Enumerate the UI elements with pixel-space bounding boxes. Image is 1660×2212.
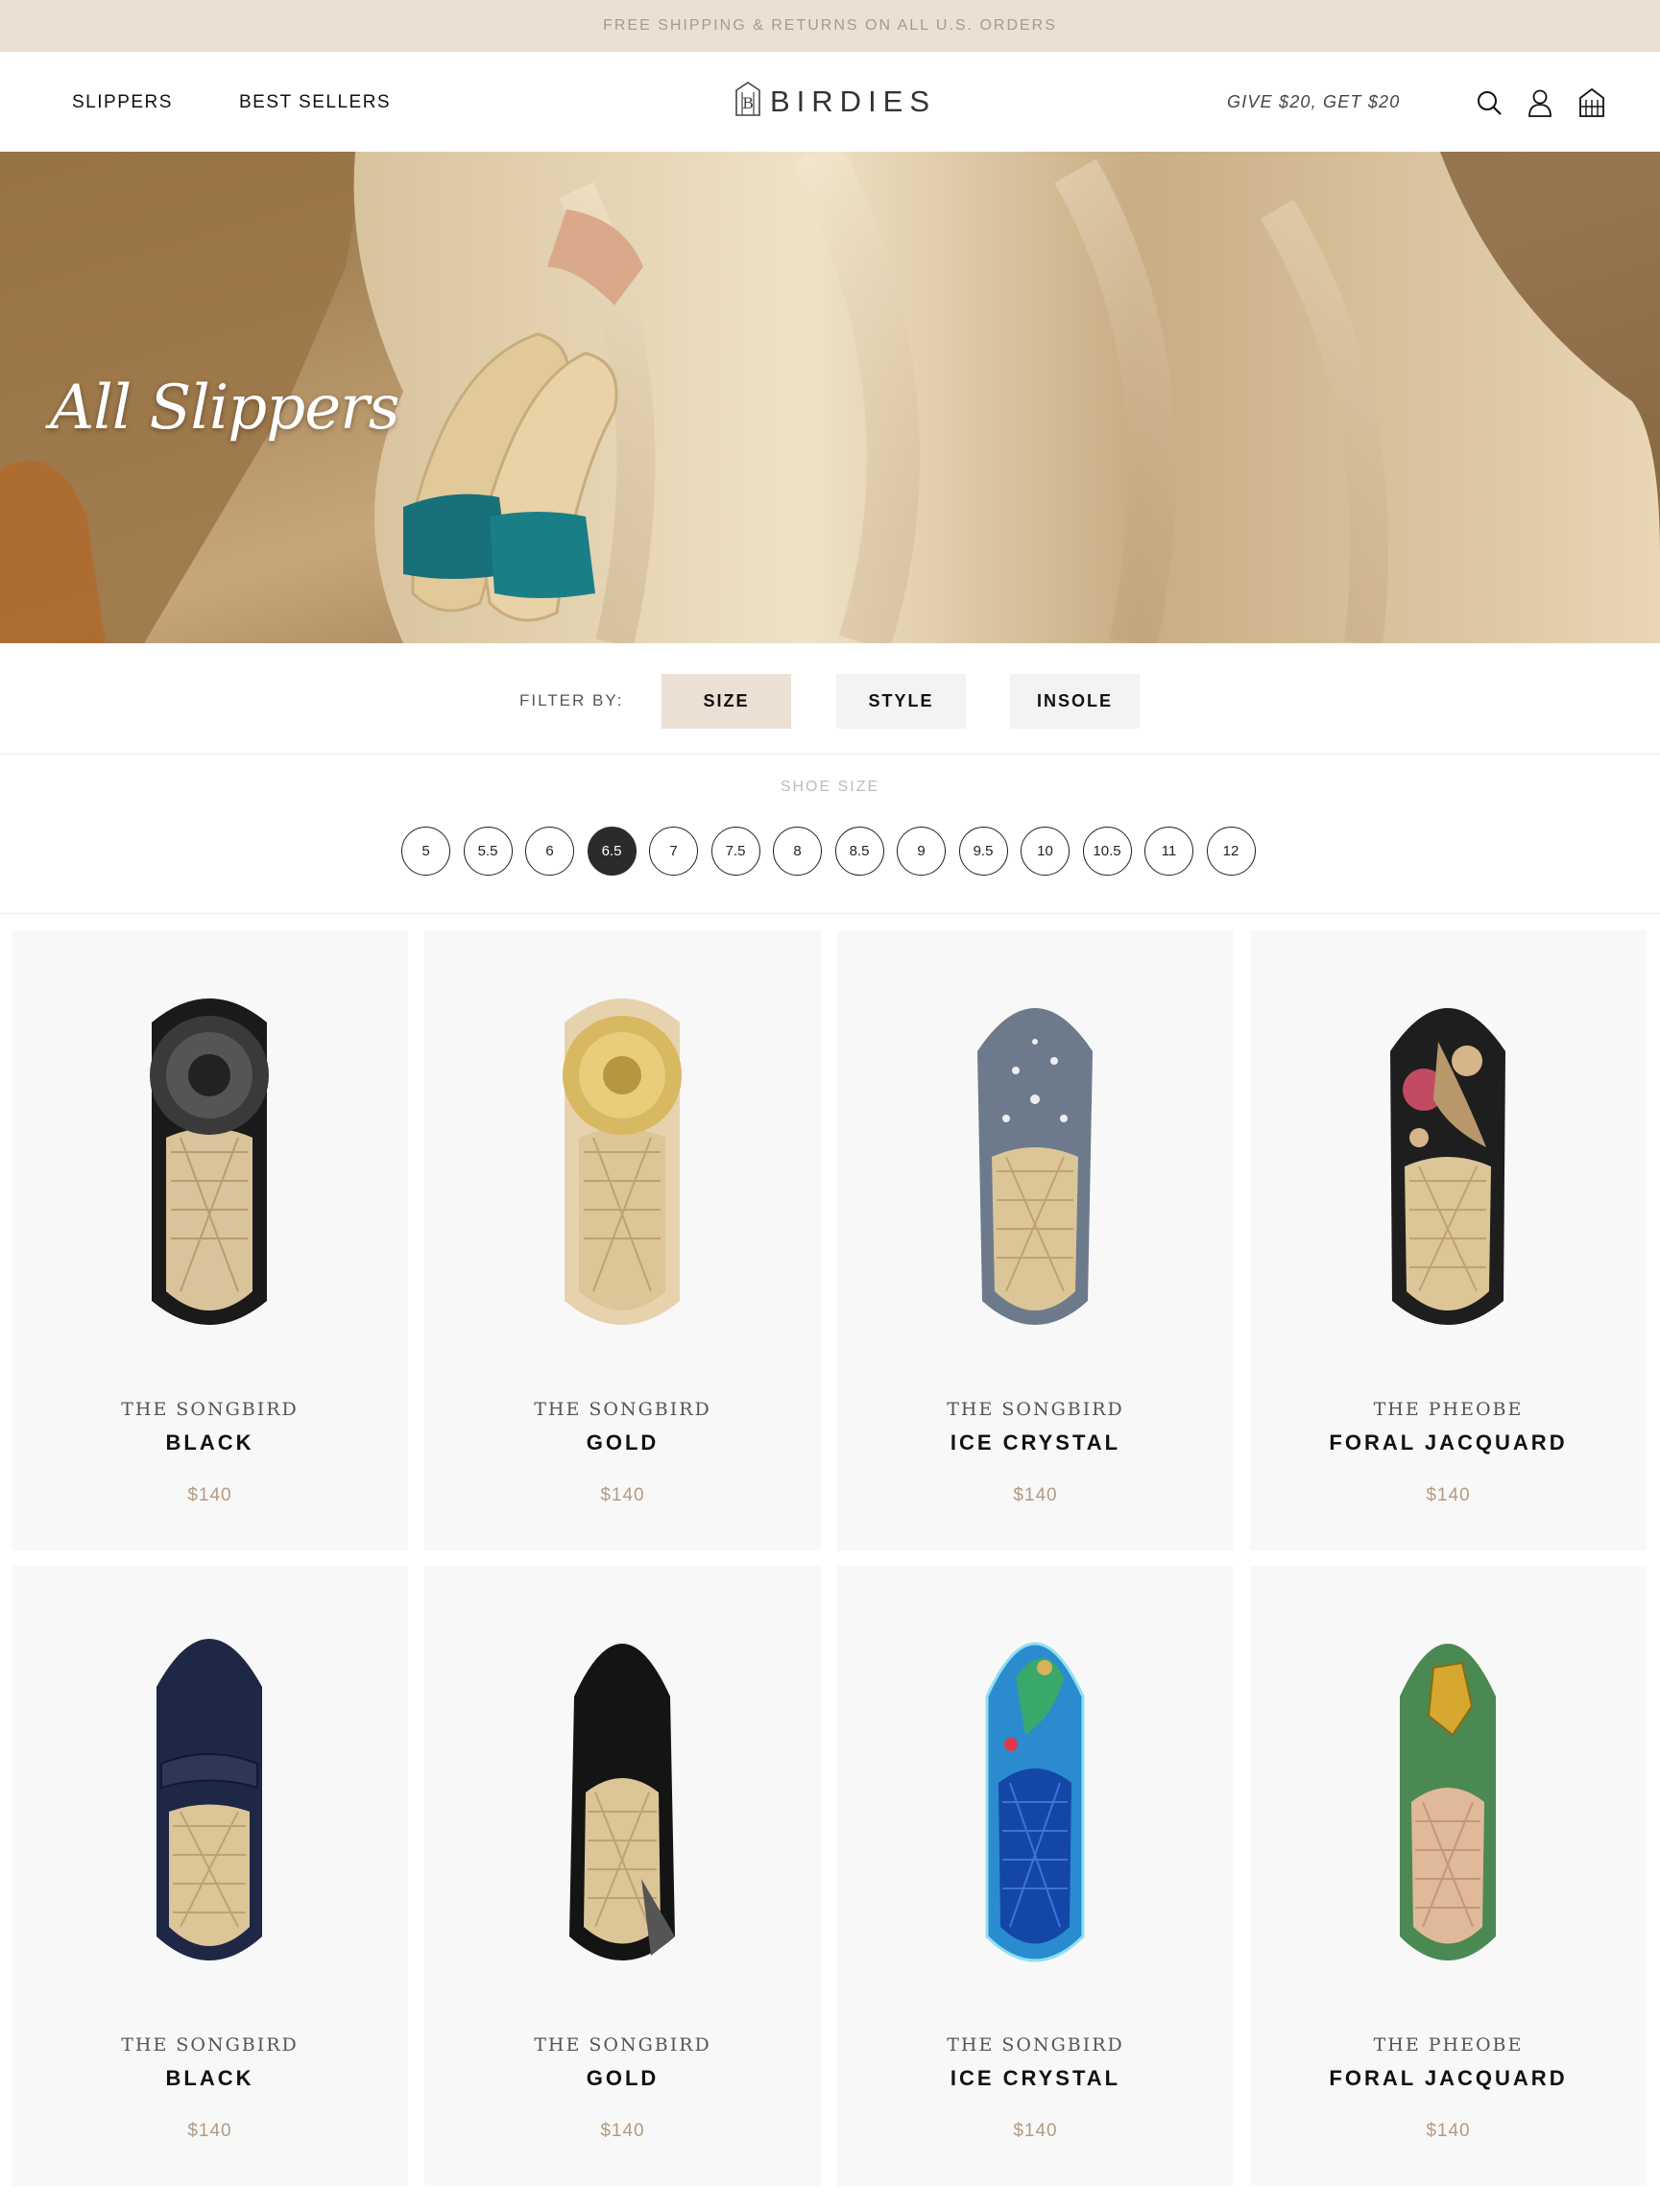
size-option[interactable]: 11 — [1144, 827, 1193, 876]
size-option[interactable]: 8.5 — [834, 827, 884, 876]
product-collection: THE SONGBIRD — [947, 2034, 1124, 2056]
product-card[interactable]: THE SONGBIRD GOLD $140 — [424, 930, 821, 1551]
product-card[interactable]: THE SONGBIRD GOLD $140 — [424, 1566, 821, 2186]
product-image — [156, 1639, 262, 1960]
account-icon[interactable] — [1524, 86, 1556, 119]
size-option[interactable]: 6 — [525, 827, 574, 876]
size-option[interactable]: 7.5 — [710, 827, 760, 876]
cart-icon[interactable] — [1576, 86, 1608, 119]
search-icon[interactable] — [1473, 86, 1505, 119]
nav-best-sellers[interactable]: BEST SELLERS — [239, 92, 391, 113]
filter-bar: FILTER BY: SIZE STYLE INSOLE — [0, 643, 1660, 755]
size-option[interactable]: 9 — [897, 827, 946, 876]
hero-banner: All Slippers — [0, 152, 1660, 643]
product-card[interactable]: THE SONGBIRD ICE CRYSTAL $140 — [837, 1566, 1234, 2186]
product-collection: THE SONGBIRD — [121, 1399, 299, 1420]
product-collection: THE SONGBIRD — [947, 1399, 1124, 1420]
product-price: $140 — [187, 2121, 232, 2141]
size-option[interactable]: 12 — [1206, 827, 1256, 876]
logo-birdcage-icon: B — [734, 81, 762, 124]
product-grid: THE SONGBIRD BLACK $140 THE SONGBIRD GOL… — [12, 930, 1648, 2186]
size-option[interactable]: 5.5 — [463, 827, 513, 876]
size-option[interactable]: 10 — [1021, 827, 1070, 876]
product-image — [569, 1644, 675, 1960]
filter-style-button[interactable]: STYLE — [836, 674, 966, 729]
product-card[interactable]: THE PHEOBE FORAL JACQUARD $140 — [1250, 930, 1647, 1551]
product-price: $140 — [1426, 2121, 1471, 2141]
promo-bar: FREE SHIPPING & RETURNS ON ALL U.S. ORDE… — [0, 0, 1660, 52]
product-collection: THE PHEOBE — [1373, 2034, 1524, 2056]
product-card[interactable]: THE SONGBIRD ICE CRYSTAL $140 — [837, 930, 1234, 1551]
size-option[interactable]: 7 — [649, 827, 698, 876]
size-option[interactable]: 5 — [401, 827, 450, 876]
product-price: $140 — [1426, 1485, 1471, 1505]
product-name: BLACK — [165, 1431, 254, 1455]
referral-link[interactable]: GIVE $20, GET $20 — [1227, 92, 1400, 112]
product-image — [1390, 1008, 1505, 1325]
product-collection: THE SONGBIRD — [534, 1399, 711, 1420]
size-option[interactable]: 10.5 — [1082, 827, 1132, 876]
product-price: $140 — [187, 1485, 232, 1505]
size-option[interactable]: 9.5 — [958, 827, 1008, 876]
size-option[interactable]: 8 — [773, 827, 822, 876]
filter-size-button[interactable]: SIZE — [662, 674, 791, 729]
filter-label: FILTER BY: — [519, 691, 624, 709]
product-name: FORAL JACQUARD — [1329, 2066, 1568, 2090]
product-card[interactable]: THE SONGBIRD BLACK $140 — [12, 1566, 408, 2186]
product-name: FORAL JACQUARD — [1329, 1431, 1568, 1455]
hero-title: All Slippers — [50, 373, 400, 444]
product-collection: THE SONGBIRD — [121, 2034, 299, 2056]
product-card[interactable]: THE PHEOBE FORAL JACQUARD $140 — [1250, 1566, 1647, 2186]
product-image — [1400, 1644, 1496, 1960]
filter-insole-button[interactable]: INSOLE — [1010, 674, 1140, 729]
product-price: $140 — [600, 1485, 645, 1505]
product-collection: THE SONGBIRD — [534, 2034, 711, 2056]
product-name: ICE CRYSTAL — [950, 1431, 1121, 1455]
product-image — [563, 998, 682, 1325]
nav-slippers[interactable]: SLIPPERS — [72, 92, 173, 113]
product-image — [977, 1008, 1093, 1325]
size-options: 5 5.5 6 6.5 7 7.5 8 8.5 9 9.5 10 10.5 11… — [401, 827, 1256, 876]
size-option-selected[interactable]: 6.5 — [587, 827, 637, 876]
product-card[interactable]: THE SONGBIRD BLACK $140 — [12, 930, 408, 1551]
size-heading: SHOE SIZE — [780, 779, 880, 795]
product-image — [150, 998, 269, 1325]
product-price: $140 — [600, 2121, 645, 2141]
logo[interactable]: B BIRDIES — [734, 81, 936, 123]
product-name: GOLD — [586, 1431, 660, 1455]
site-header: SLIPPERS BEST SELLERS B BIRDIES GIVE $20… — [0, 52, 1660, 152]
product-price: $140 — [1013, 2121, 1058, 2141]
product-name: BLACK — [165, 2066, 254, 2090]
product-name: GOLD — [586, 2066, 660, 2090]
logo-text: BIRDIES — [770, 84, 937, 118]
product-collection: THE PHEOBE — [1373, 1399, 1524, 1420]
size-filter-panel: SHOE SIZE 5 5.5 6 6.5 7 7.5 8 8.5 9 9.5 … — [0, 756, 1660, 914]
promo-text: FREE SHIPPING & RETURNS ON ALL U.S. ORDE… — [603, 17, 1057, 34]
svg-text:B: B — [742, 94, 754, 112]
product-price: $140 — [1013, 1485, 1058, 1505]
product-image — [985, 1642, 1085, 1962]
product-name: ICE CRYSTAL — [950, 2066, 1121, 2090]
